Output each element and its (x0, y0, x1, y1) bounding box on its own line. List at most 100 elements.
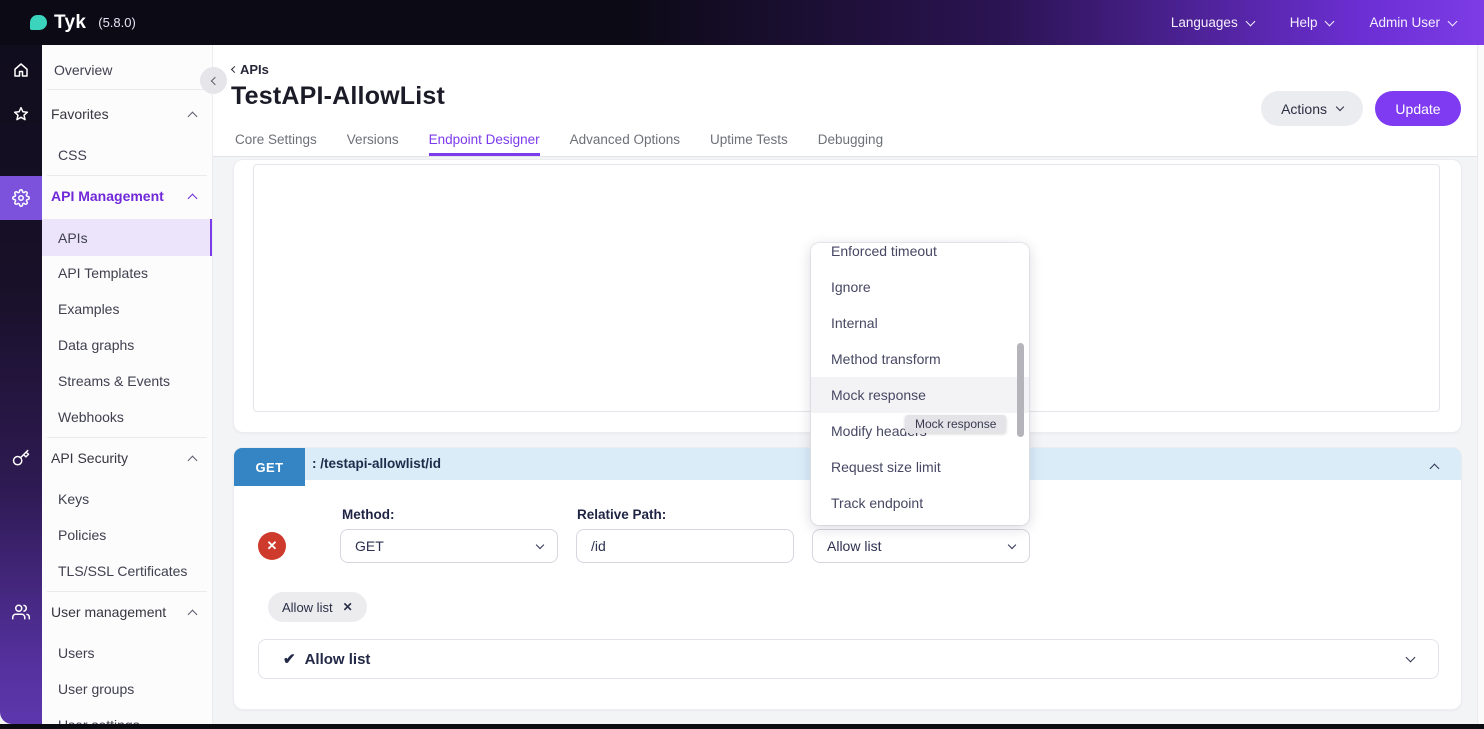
allow-list-chip[interactable]: Allow list ✕ (268, 592, 367, 622)
sidebar-section-favorites[interactable]: Favorites (42, 96, 212, 132)
sidebar-item-overview[interactable]: Overview (42, 52, 212, 88)
breadcrumb-label: APIs (240, 62, 269, 77)
sidebar-item-label: Keys (58, 491, 90, 507)
chevron-down-icon (1245, 16, 1256, 26)
tab-versions[interactable]: Versions (347, 132, 399, 156)
plugin-select[interactable]: Allow list (812, 529, 1030, 563)
sidebar-item-label: User settings (42, 717, 140, 724)
sidebar-item-label: User groups (58, 681, 135, 697)
sidebar-item-label: Webhooks (58, 409, 124, 425)
sidebar-item-examples[interactable]: Examples (42, 291, 212, 327)
method-select[interactable]: GET (340, 529, 558, 563)
dropdown-item-ignore[interactable]: Ignore (811, 269, 1029, 305)
breadcrumb[interactable]: APIs (230, 62, 269, 77)
method-label: Method: (342, 507, 395, 522)
chevron-left-icon (210, 76, 219, 85)
sidebar-item-webhooks[interactable]: Webhooks (42, 399, 212, 435)
chevron-down-icon (1447, 16, 1458, 26)
top-bar: Tyk (5.8.0) Languages Help Admin User (0, 0, 1484, 45)
sidebar-item-user-groups[interactable]: User groups (42, 671, 212, 707)
sidebar-item-label: Overview (54, 62, 113, 78)
window-bottom-edge (0, 724, 1484, 729)
sidebar-item-label: Users (58, 645, 95, 661)
sidebar: Overview Favorites CSS API Management AP… (42, 45, 213, 724)
method-badge: GET (234, 448, 305, 486)
sidebar-item-streams-events[interactable]: Streams & Events (42, 363, 212, 399)
divider (47, 591, 207, 592)
relative-path-input[interactable]: /id (576, 529, 794, 563)
dropdown-scrollbar[interactable] (1017, 343, 1024, 437)
languages-menu[interactable]: Languages (1170, 15, 1256, 30)
sidebar-item-tls-ssl-certificates[interactable]: TLS/SSL Certificates (42, 553, 212, 589)
sidebar-item-policies[interactable]: Policies (42, 517, 212, 553)
sidebar-item-label: APIs (58, 229, 88, 246)
plugin-select-value: Allow list (827, 538, 882, 554)
sidebar-collapse-button[interactable] (200, 67, 227, 94)
remove-chip-icon[interactable]: ✕ (343, 600, 353, 614)
chevron-up-icon (187, 609, 198, 619)
sidebar-item-keys[interactable]: Keys (42, 481, 212, 517)
chevron-up-icon (187, 193, 198, 203)
dropdown-item-method-transform[interactable]: Method transform (811, 341, 1029, 377)
sidebar-section-label: Favorites (51, 106, 109, 122)
sidebar-item-label: TLS/SSL Certificates (58, 563, 188, 579)
close-icon: ✕ (266, 538, 278, 553)
tab-endpoint-designer[interactable]: Endpoint Designer (428, 132, 540, 156)
icon-rail (0, 45, 42, 724)
dropdown-item-enforced-timeout[interactable]: Enforced timeout (811, 243, 1029, 269)
sidebar-section-user-management[interactable]: User management (42, 594, 212, 630)
chevron-up-icon[interactable] (1429, 463, 1440, 474)
sidebar-item-label: Streams & Events (58, 373, 171, 389)
tab-debugging[interactable]: Debugging (818, 132, 883, 156)
dropdown-item-mock-response[interactable]: Mock response (811, 377, 1029, 413)
plugin-dropdown-popup: Enforced timeout Ignore Internal Method … (811, 243, 1029, 525)
admin-user-label: Admin User (1369, 15, 1440, 30)
update-button[interactable]: Update (1375, 91, 1461, 126)
allow-list-section[interactable]: ✔ Allow list (258, 639, 1439, 679)
chevron-down-icon (1007, 540, 1017, 549)
sidebar-item-data-graphs[interactable]: Data graphs (42, 327, 212, 363)
divider (47, 437, 207, 438)
sidebar-item-api-templates[interactable]: API Templates (42, 255, 212, 291)
app-window: Tyk (5.8.0) Languages Help Admin User Ov… (0, 0, 1484, 729)
sidebar-item-label: Data graphs (58, 337, 135, 353)
method-select-value: GET (355, 538, 384, 554)
sidebar-section-label: API Security (51, 450, 129, 466)
help-menu[interactable]: Help (1290, 15, 1335, 30)
key-icon[interactable] (12, 449, 30, 467)
sidebar-section-api-security[interactable]: API Security (42, 440, 212, 476)
plugin-dropdown-list: Enforced timeout Ignore Internal Method … (811, 243, 1029, 521)
home-icon[interactable] (12, 61, 30, 79)
chevron-down-icon (535, 540, 545, 549)
chip-label: Allow list (282, 599, 333, 615)
languages-label: Languages (1170, 15, 1238, 30)
page-scrollbar-track[interactable] (1477, 45, 1484, 724)
admin-user-menu[interactable]: Admin User (1369, 15, 1458, 30)
divider (47, 175, 207, 176)
sidebar-section-label: User management (51, 604, 167, 620)
divider (47, 89, 207, 90)
tyk-logo[interactable]: Tyk (5.8.0) (30, 12, 136, 34)
actions-button[interactable]: Actions (1261, 91, 1363, 126)
sidebar-item-users[interactable]: Users (42, 635, 212, 671)
tab-uptime-tests[interactable]: Uptime Tests (710, 132, 788, 156)
actions-label: Actions (1281, 100, 1327, 117)
tab-bar: Core Settings Versions Endpoint Designer… (235, 132, 883, 156)
sidebar-section-api-management[interactable]: API Management (42, 178, 212, 214)
brand-name: Tyk (54, 11, 87, 33)
sidebar-item-css[interactable]: CSS (42, 137, 212, 173)
sidebar-item-user-settings[interactable]: User settings (42, 707, 212, 724)
dropdown-item-track-endpoint[interactable]: Track endpoint (811, 485, 1029, 521)
allow-list-section-title: Allow list (304, 650, 371, 668)
dropdown-item-internal[interactable]: Internal (811, 305, 1029, 341)
api-management-gear-icon[interactable] (12, 189, 30, 207)
check-icon: ✔ (283, 651, 296, 668)
star-icon[interactable] (12, 105, 30, 123)
sidebar-item-apis[interactable]: APIs (42, 219, 212, 256)
tab-advanced-options[interactable]: Advanced Options (570, 132, 680, 156)
tab-core-settings[interactable]: Core Settings (235, 132, 317, 156)
delete-endpoint-button[interactable]: ✕ (258, 532, 286, 560)
users-icon[interactable] (12, 603, 30, 621)
mock-response-tooltip: Mock response (905, 415, 1007, 433)
dropdown-item-request-size-limit[interactable]: Request size limit (811, 449, 1029, 485)
